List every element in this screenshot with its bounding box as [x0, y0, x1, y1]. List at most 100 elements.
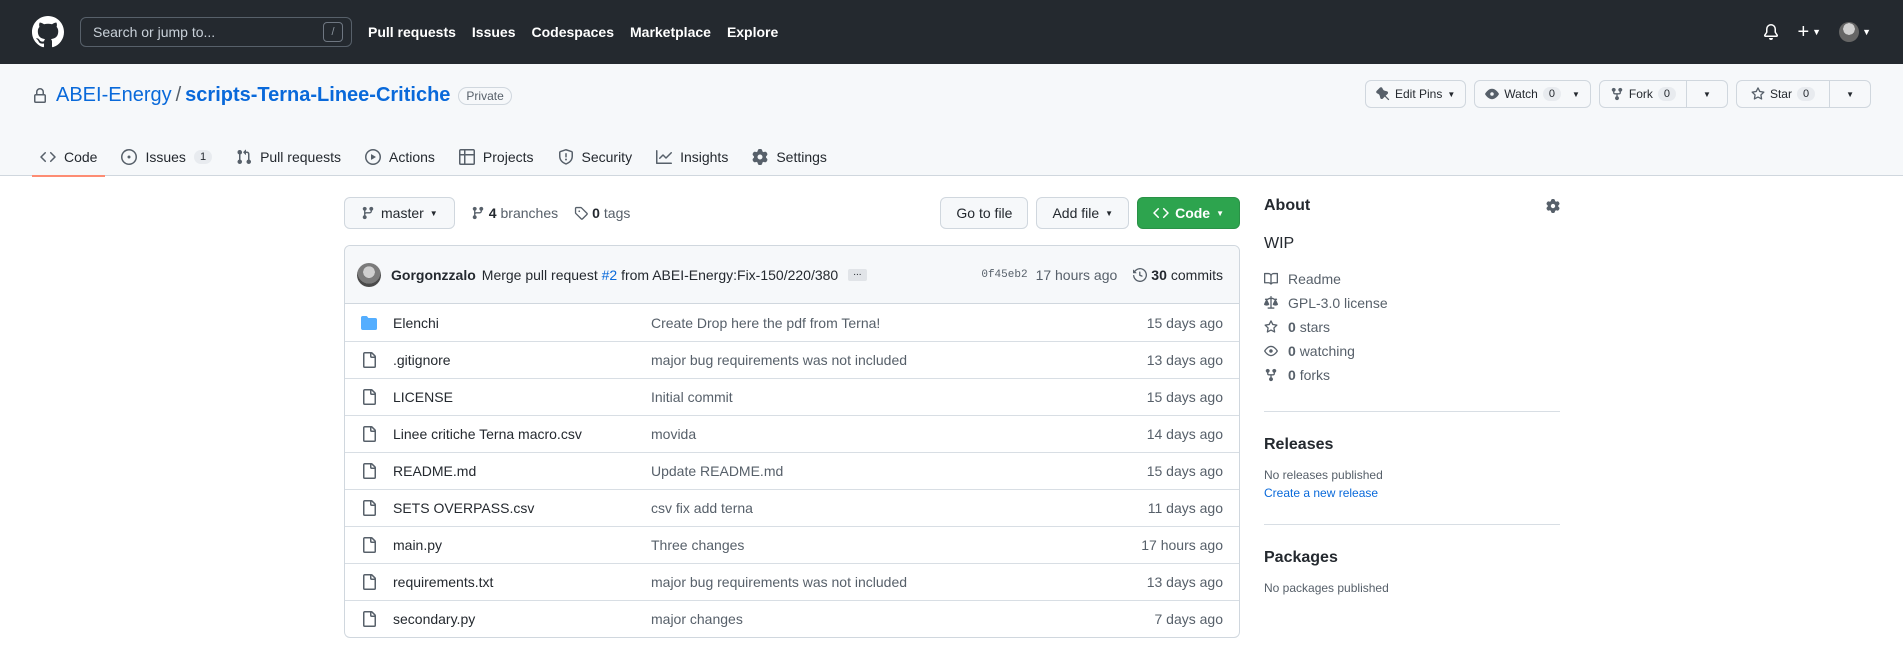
commit-message[interactable]: Merge pull request #2 from ABEI-Energy:F… — [482, 267, 838, 283]
code-icon — [1153, 207, 1169, 219]
file-name[interactable]: main.py — [393, 537, 651, 553]
file-commit-message[interactable]: Initial commit — [651, 389, 1147, 405]
file-row[interactable]: requirements.txt major bug requirements w… — [345, 563, 1239, 600]
file-name[interactable]: Linee critiche Terna macro.csv — [393, 426, 651, 442]
tab-security[interactable]: Security — [550, 138, 641, 176]
bell-icon[interactable] — [1763, 24, 1779, 40]
star-dropdown-button[interactable]: ▼ — [1830, 80, 1871, 108]
branch-select-button[interactable]: master ▼ — [344, 197, 455, 229]
packages-heading[interactable]: Packages — [1264, 549, 1560, 567]
file-commit-message[interactable]: major bug requirements was not included — [651, 352, 1147, 368]
file-name[interactable]: README.md — [393, 463, 651, 479]
file-name[interactable]: Elenchi — [393, 315, 651, 331]
tab-code[interactable]: Code — [32, 138, 106, 177]
tab-issues[interactable]: Issues 1 — [113, 138, 220, 176]
nav-explore[interactable]: Explore — [727, 24, 778, 40]
pr-link[interactable]: #2 — [602, 267, 618, 283]
forks-link[interactable]: 0 forks — [1264, 363, 1560, 387]
author-avatar[interactable] — [357, 262, 381, 287]
fork-button[interactable]: Fork 0 — [1598, 80, 1688, 108]
tab-issues-label: Issues — [145, 149, 186, 165]
global-nav: Pull requests Issues Codespaces Marketpl… — [368, 24, 794, 40]
fork-count: 0 — [1657, 87, 1677, 101]
license-label: GPL-3.0 license — [1288, 295, 1388, 311]
commit-author[interactable]: Gorgonzzalo — [391, 267, 476, 283]
stars-link[interactable]: 0 stars — [1264, 315, 1560, 339]
latest-commit-bar: Gorgonzzalo Merge pull request #2 from A… — [345, 246, 1239, 304]
issue-icon — [121, 149, 138, 165]
file-age: 7 days ago — [1154, 611, 1224, 627]
file-commit-message[interactable]: Create Drop here the pdf from Terna! — [651, 315, 1147, 331]
file-commit-message[interactable]: major changes — [651, 611, 1155, 627]
edit-pins-button[interactable]: Edit Pins ▼ — [1365, 80, 1467, 108]
tab-settings[interactable]: Settings — [744, 138, 835, 176]
commit-time: 17 hours ago — [1035, 266, 1118, 283]
gear-icon — [752, 149, 768, 165]
file-age: 11 days ago — [1147, 500, 1223, 516]
nav-issues[interactable]: Issues — [472, 24, 516, 40]
add-file-button[interactable]: Add file ▼ — [1036, 197, 1130, 229]
file-row[interactable]: .gitignore major bug requirements was not… — [345, 341, 1239, 378]
releases-heading[interactable]: Releases — [1264, 436, 1560, 454]
watch-button[interactable]: Watch 0 ▼ — [1474, 80, 1591, 108]
tab-pull-requests[interactable]: Pull requests — [228, 138, 349, 176]
play-icon — [365, 149, 381, 165]
tab-projects[interactable]: Projects — [451, 138, 542, 176]
file-commit-message[interactable]: Update README.md — [651, 463, 1147, 479]
file-name[interactable]: .gitignore — [393, 352, 651, 368]
readme-link[interactable]: Readme — [1264, 267, 1560, 291]
file-row[interactable]: Elenchi Create Drop here the pdf from Ter… — [345, 304, 1239, 341]
gear-icon[interactable] — [1546, 199, 1560, 213]
star-button[interactable]: Star 0 — [1735, 80, 1831, 108]
tab-security-label: Security — [581, 149, 633, 165]
file-name[interactable]: LICENSE — [393, 389, 651, 405]
create-new-menu[interactable]: + ▼ — [1797, 22, 1821, 42]
repo-owner-link[interactable]: ABEI-Energy — [56, 84, 172, 107]
watching-link[interactable]: 0 watching — [1264, 339, 1560, 363]
go-to-file-button[interactable]: Go to file — [940, 197, 1029, 229]
file-row[interactable]: LICENSE Initial commit 15 days ago — [345, 378, 1239, 415]
file-row[interactable]: README.md Update README.md 15 days ago — [345, 452, 1239, 489]
file-row[interactable]: SETS OVERPASS.csv csv fix add terna 11 day… — [345, 489, 1239, 526]
commit-sha[interactable]: 0f45eb2 — [981, 269, 1027, 281]
fork-dropdown-button[interactable]: ▼ — [1687, 80, 1728, 108]
no-releases-text: No releases published — [1264, 468, 1383, 482]
file-icon — [363, 463, 376, 479]
file-name[interactable]: requirements.txt — [393, 574, 651, 590]
nav-pull-requests[interactable]: Pull requests — [368, 24, 456, 40]
file-list: Elenchi Create Drop here the pdf from Ter… — [345, 304, 1239, 637]
main-content: master ▼ 4 branches 0 tags Go to file Ad… — [344, 197, 1240, 638]
search-input[interactable]: Search or jump to... / — [80, 17, 352, 47]
github-logo-icon[interactable] — [32, 16, 64, 48]
file-icon — [363, 611, 376, 627]
file-age: 17 hours ago — [1141, 537, 1223, 553]
file-age: 13 days ago — [1146, 574, 1223, 590]
law-icon — [1264, 296, 1278, 309]
branches-link[interactable]: 4 branches — [471, 205, 558, 221]
file-row[interactable]: main.py Three changes 17 hours ago — [345, 526, 1239, 563]
expand-commit-button[interactable]: ... — [848, 267, 867, 281]
tab-actions[interactable]: Actions — [357, 138, 443, 176]
license-link[interactable]: GPL-3.0 license — [1264, 291, 1560, 315]
file-commit-message[interactable]: movida — [651, 426, 1147, 442]
file-commit-message[interactable]: Three changes — [651, 537, 1141, 553]
nav-codespaces[interactable]: Codespaces — [532, 24, 614, 40]
commits-link[interactable]: 30 commits — [1133, 267, 1223, 283]
tab-insights[interactable]: Insights — [648, 138, 736, 176]
file-commit-message[interactable]: csv fix add terna — [651, 500, 1148, 516]
tab-settings-label: Settings — [776, 149, 827, 165]
create-release-link[interactable]: Create a new release — [1264, 486, 1560, 500]
caret-down-icon: ▼ — [1447, 89, 1456, 99]
fork-icon — [1611, 87, 1623, 101]
repo-name-link[interactable]: scripts-Terna-Linee-Critiche — [185, 84, 450, 107]
user-menu[interactable]: ▼ — [1839, 22, 1871, 42]
nav-marketplace[interactable]: Marketplace — [630, 24, 711, 40]
file-commit-message[interactable]: major bug requirements was not included — [651, 574, 1147, 590]
code-button[interactable]: Code ▼ — [1137, 197, 1240, 229]
file-row[interactable]: secondary.py major changes 7 days ago — [345, 600, 1239, 637]
repo-header: ABEI-Energy / scripts-Terna-Linee-Critic… — [0, 64, 1903, 177]
tags-link[interactable]: 0 tags — [574, 205, 630, 221]
file-name[interactable]: secondary.py — [393, 611, 651, 627]
file-name[interactable]: SETS OVERPASS.csv — [393, 500, 651, 516]
file-row[interactable]: Linee critiche Terna macro.csv movida 14 d… — [345, 415, 1239, 452]
